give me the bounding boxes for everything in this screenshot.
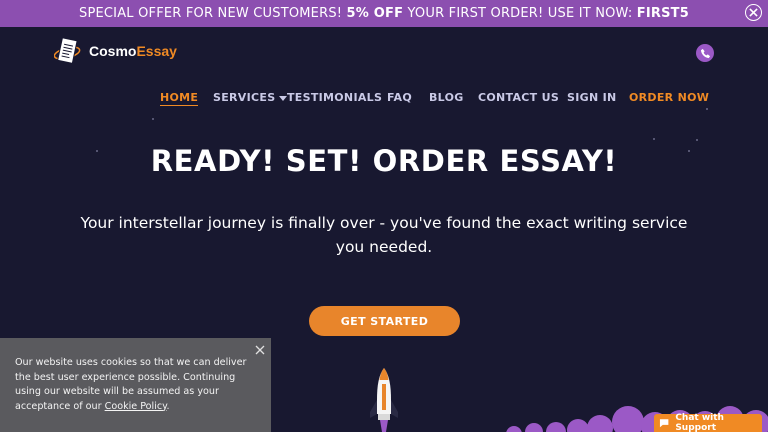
nav-sign-in[interactable]: SIGN IN [567, 91, 616, 104]
document-logo-icon [54, 37, 81, 64]
hero-title: READY! SET! ORDER ESSAY! [150, 144, 618, 178]
star [696, 139, 698, 141]
promo-banner: SPECIAL OFFER FOR NEW CUSTOMERS! 5% OFF … [0, 0, 768, 27]
nav-home[interactable]: HOME [160, 91, 199, 106]
star [653, 138, 655, 140]
close-icon [749, 8, 758, 17]
cookie-banner: Our website uses cookies so that we can … [0, 338, 271, 432]
nav-services-label: SERVICES [213, 91, 276, 104]
get-started-button[interactable]: GET STARTED [309, 306, 460, 336]
promo-discount: 5% OFF [346, 6, 404, 21]
nav-testimonials[interactable]: TESTIMONIALS [287, 91, 382, 104]
rocket-illustration [370, 368, 398, 432]
hero-subtitle: Your interstellar journey is finally ove… [80, 214, 688, 256]
promo-code: FIRST5 [636, 6, 689, 21]
logo-text: CosmoEssay [89, 43, 177, 59]
cookie-policy-link[interactable]: Cookie Policy [105, 401, 167, 412]
phone-button[interactable] [696, 44, 714, 62]
chat-support-label: Chat with Support [675, 413, 724, 432]
nav-contact-us[interactable]: CONTACT US [478, 91, 559, 104]
logo[interactable]: CosmoEssay [54, 36, 177, 66]
cookie-close-icon[interactable] [254, 344, 266, 356]
cookie-text-end: . [166, 400, 170, 412]
chat-support-button[interactable]: Chat with Support [654, 413, 762, 432]
promo-text-middle: YOUR FIRST ORDER! USE IT NOW: [407, 6, 633, 21]
chat-bubble-icon [659, 419, 669, 428]
logo-text-cosmo: Cosmo [89, 43, 137, 59]
cookie-message: Our website uses cookies so that we can … [15, 356, 261, 414]
promo-text-before: SPECIAL OFFER FOR NEW CUSTOMERS! [79, 6, 343, 21]
logo-text-essay: Essay [136, 43, 177, 59]
star [152, 118, 154, 120]
nav-services[interactable]: SERVICES [213, 91, 288, 104]
nav-order-now[interactable]: ORDER NOW [629, 91, 709, 104]
promo-close-button[interactable] [745, 4, 762, 21]
star [706, 108, 708, 110]
main-nav: HOME SERVICES TESTIMONIALS FAQ BLOG CONT… [0, 91, 768, 107]
phone-icon [700, 48, 710, 58]
nav-blog[interactable]: BLOG [429, 91, 464, 104]
nav-faq[interactable]: FAQ [387, 91, 412, 104]
